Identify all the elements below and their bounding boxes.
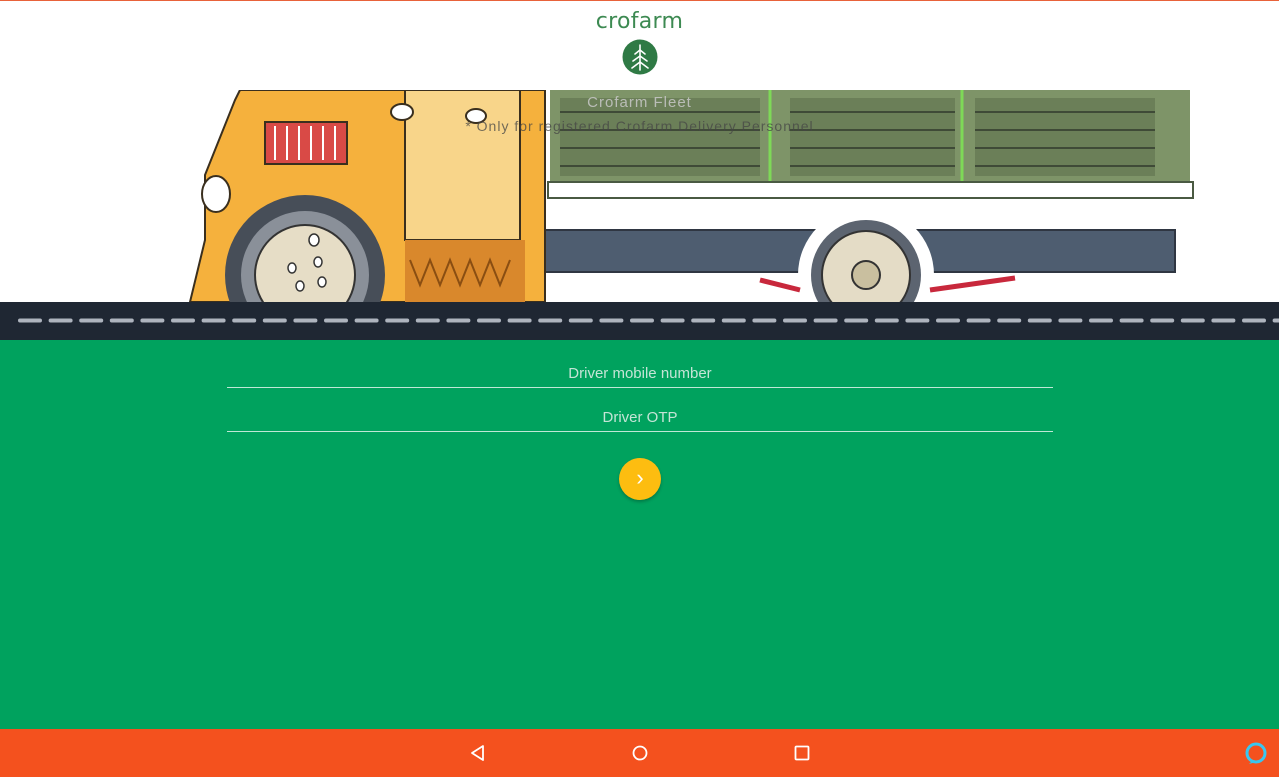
hero-subtitle: * Only for registered Crofarm Delivery P… (465, 118, 814, 134)
otp-input[interactable] (227, 403, 1053, 432)
hero-title: Crofarm Fleet (587, 94, 692, 111)
road-dashes (18, 318, 1279, 323)
brand-logo-text: crofarm (595, 9, 684, 34)
app-header: crofarm (0, 1, 1279, 90)
road-strip (0, 302, 1279, 340)
submit-next-button[interactable]: › (619, 458, 661, 500)
mobile-number-input[interactable] (227, 359, 1053, 388)
hero-banner: Crofarm Fleet * Only for registered Crof… (0, 90, 1279, 302)
home-circle-icon[interactable] (628, 741, 652, 765)
system-navigation-bar (0, 729, 1279, 777)
chevron-right-icon: › (636, 465, 644, 490)
login-form-area (0, 340, 1279, 729)
tree-logo-icon (622, 39, 658, 75)
back-triangle-icon[interactable] (466, 741, 490, 765)
recents-square-icon[interactable] (790, 741, 814, 765)
assistant-ring-icon[interactable] (1244, 741, 1268, 765)
